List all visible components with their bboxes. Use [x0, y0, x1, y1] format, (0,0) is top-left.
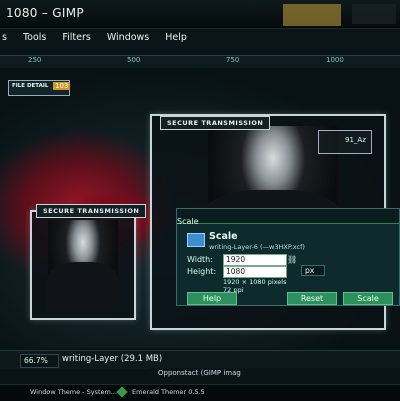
task-window-theme[interactable]: Window Theme - System...	[30, 388, 117, 396]
menu-windows[interactable]: Windows	[105, 29, 151, 47]
dialog-header-title: Scale	[177, 217, 199, 226]
chain-link-icon[interactable]: ⛓	[287, 255, 297, 264]
size-info: 1920 × 1080 pixels	[223, 278, 287, 286]
right-info-label: 91_Az	[345, 136, 366, 144]
status-bar: 66.7% writing-Layer (29.1 MB)	[0, 350, 400, 369]
width-label: Width:	[187, 255, 213, 264]
horizontal-ruler[interactable]: 250 500 750 1000	[0, 55, 400, 69]
left-panel-tab: SECURE TRANSMISSION	[36, 204, 147, 218]
emerald-icon	[116, 386, 128, 398]
ruler-tick: 500	[127, 56, 141, 64]
dialog-title: Scale	[209, 231, 238, 242]
window-title: 1080 – GIMP	[6, 6, 84, 20]
ruler-tick: 1000	[326, 56, 344, 64]
taskbar: Window Theme - System... Emerald Themer …	[0, 384, 400, 401]
file-detail-box: FILE DETAIL 103	[8, 80, 71, 96]
reset-button[interactable]: Reset	[287, 292, 337, 305]
center-panel-tab: SECURE TRANSMISSION	[160, 116, 271, 130]
height-input[interactable]: 1080	[223, 266, 287, 278]
window-controls[interactable]	[352, 4, 396, 24]
file-detail-label: FILE DETAIL	[12, 83, 49, 89]
scale-image-icon	[187, 233, 205, 247]
menu-tools[interactable]: Tools	[21, 29, 48, 47]
ruler-tick: 250	[28, 56, 42, 64]
zoom-select[interactable]: 66.7%	[20, 354, 59, 368]
scale-button[interactable]: Scale	[343, 292, 393, 305]
width-input[interactable]: 1920	[223, 254, 287, 266]
menu-bar: s Tools Filters Windows Help	[0, 29, 400, 47]
left-transmission-panel	[30, 210, 136, 320]
task-emerald-themer[interactable]: Emerald Themer 0.5.5	[132, 388, 205, 396]
dialog-subtitle: writing-Layer-6 (—w3HXP.xcf)	[209, 243, 305, 251]
ruler-tick: 750	[226, 56, 240, 64]
height-label: Height:	[187, 267, 217, 276]
person-suit	[46, 262, 120, 312]
help-button[interactable]: Help	[187, 292, 237, 305]
menu-filters[interactable]: Filters	[60, 29, 92, 47]
right-info-box: 91_Az	[318, 130, 372, 154]
unit-select[interactable]: px	[301, 265, 326, 276]
menu-help[interactable]: Help	[163, 29, 189, 47]
title-bar: 1080 – GIMP	[0, 0, 400, 29]
file-number-badge: 103	[53, 82, 71, 90]
layer-info: writing-Layer (29.1 MB)	[62, 354, 163, 364]
menu-partial[interactable]: s	[0, 29, 9, 47]
title-highlight	[283, 4, 341, 26]
bottom-strip: Opponstact (GIMP imag	[150, 368, 400, 382]
task-gimp-image[interactable]: Opponstact (GIMP imag	[158, 369, 241, 377]
dialog-header: Scale	[177, 209, 399, 226]
scale-dialog: Scale Scale writing-Layer-6 (—w3HXP.xcf)…	[176, 208, 400, 306]
